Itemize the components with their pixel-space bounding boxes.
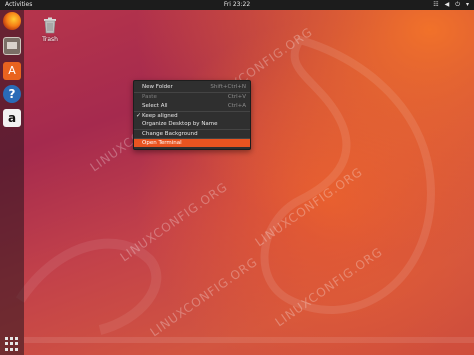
firefox-icon[interactable] — [3, 12, 21, 30]
trash-icon[interactable] — [42, 17, 58, 34]
menu-item-label: Change Background — [142, 131, 198, 137]
menu-item-label: Select All — [142, 103, 168, 109]
files-icon[interactable] — [3, 37, 21, 55]
menu-item-label: Organize Desktop by Name — [142, 121, 218, 127]
trash-label[interactable]: Trash — [36, 36, 64, 43]
software-icon[interactable]: A — [3, 62, 21, 80]
volume-icon[interactable]: ◀ — [445, 0, 450, 10]
menu-item-open-terminal[interactable]: Open Terminal — [134, 139, 250, 147]
desktop-context-menu: New Folder Shift+Ctrl+N Paste Ctrl+V Sel… — [133, 80, 251, 150]
amazon-icon[interactable]: a — [3, 109, 21, 127]
menu-item-keep-aligned[interactable]: ✓ Keep aligned — [134, 112, 250, 120]
menu-item-label: New Folder — [142, 84, 173, 90]
menu-item-paste[interactable]: Paste Ctrl+V — [134, 93, 250, 101]
menu-item-new-folder[interactable]: New Folder Shift+Ctrl+N — [134, 83, 250, 91]
network-icon[interactable]: ☷ — [433, 0, 438, 10]
dock: A ? a — [0, 10, 24, 355]
menu-item-label: Open Terminal — [142, 140, 182, 146]
menu-item-organize-desktop[interactable]: Organize Desktop by Name — [134, 120, 250, 128]
menu-item-shortcut: Shift+Ctrl+N — [210, 84, 246, 90]
desktop-screen[interactable]: LINUXCONFIG.ORG LINUXCONFIG.ORG LINUXCON… — [0, 0, 474, 355]
menu-item-label: Paste — [142, 94, 157, 100]
clock[interactable]: Fri 23:22 — [0, 0, 474, 10]
wallpaper-graphic — [15, 35, 474, 343]
menu-item-label: Keep aligned — [142, 113, 178, 119]
system-tray[interactable]: ☷ ◀ ⏻ ▾ — [433, 0, 469, 10]
help-icon[interactable]: ? — [3, 85, 21, 103]
dropdown-icon[interactable]: ▾ — [466, 0, 469, 10]
power-icon[interactable]: ⏻ — [455, 0, 460, 10]
menu-item-select-all[interactable]: Select All Ctrl+A — [134, 102, 250, 110]
top-bar: Activities Fri 23:22 ☷ ◀ ⏻ ▾ — [0, 0, 474, 10]
app-grid-icon[interactable] — [5, 337, 19, 351]
menu-item-change-background[interactable]: Change Background — [134, 130, 250, 138]
menu-item-shortcut: Ctrl+V — [227, 94, 246, 100]
checkmark-icon: ✓ — [136, 112, 142, 119]
menu-item-shortcut: Ctrl+A — [227, 103, 246, 109]
